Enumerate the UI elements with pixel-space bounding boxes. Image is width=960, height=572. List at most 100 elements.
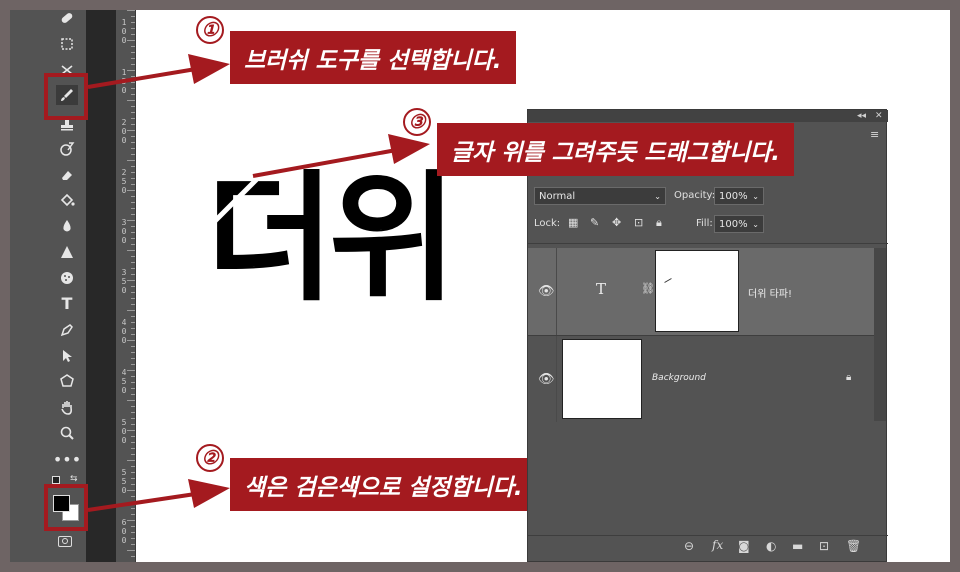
blur-icon[interactable] (56, 216, 78, 236)
ruler-tick (131, 388, 135, 389)
ruler-tick (131, 184, 135, 185)
ruler-tick (131, 556, 135, 557)
new-group-icon[interactable]: ▬ (792, 539, 803, 553)
ruler-tick (131, 472, 135, 473)
lock-image-icon[interactable]: ✎ (590, 216, 599, 229)
ruler-tick (127, 430, 135, 431)
healing-brush-icon[interactable] (56, 10, 78, 28)
ruler-tick (131, 46, 135, 47)
toolbar-edge (86, 10, 116, 562)
swap-colors-icon[interactable]: ⇆ (70, 474, 78, 484)
vertical-ruler[interactable]: 100150200250300350400450500550600 (116, 10, 136, 562)
ruler-tick (131, 436, 135, 437)
link-layers-icon[interactable]: ⊖ (684, 539, 694, 553)
ruler-tick (131, 316, 135, 317)
ruler-tick (131, 178, 135, 179)
ruler-tick (131, 514, 135, 515)
visibility-eye-icon[interactable]: 👁︎ (538, 372, 555, 387)
collapse-panel-icon[interactable]: ◂◂ (857, 110, 866, 122)
opacity-label: Opacity: (674, 190, 716, 201)
close-panel-icon[interactable]: ✕ (875, 110, 883, 122)
background-thumbnail[interactable] (562, 339, 642, 419)
ruler-tick (131, 244, 135, 245)
layer-name-background[interactable]: Background (652, 373, 706, 383)
panel-menu-icon[interactable]: ≡ (870, 129, 879, 140)
ruler-tick (131, 58, 135, 59)
pen-icon[interactable] (56, 320, 78, 340)
ruler-tick (127, 130, 135, 131)
layer-row-background[interactable]: 👁︎ Background 🔒︎ (528, 335, 874, 422)
layer-mask-thumbnail[interactable] (655, 250, 739, 332)
panel-title-bar[interactable]: ◂◂ ✕ (528, 110, 888, 122)
chevron-down-icon: ⌄ (752, 219, 759, 229)
sponge-icon[interactable] (56, 268, 78, 288)
layer-style-icon[interactable]: fx (712, 538, 723, 552)
fill-value: 100% (719, 218, 748, 230)
path-select-icon[interactable] (56, 346, 78, 366)
ruler-tick (131, 394, 135, 395)
color-swatch-highlight (44, 484, 88, 531)
ruler-tick (131, 268, 135, 269)
fill-field[interactable]: 100% ⌄ (714, 215, 764, 233)
hand-icon[interactable] (56, 397, 78, 417)
ruler-tick (127, 460, 135, 461)
ruler-tick (131, 508, 135, 509)
lock-transparent-icon[interactable]: ▦ (568, 216, 578, 229)
ruler-tick (131, 382, 135, 383)
blend-mode-select[interactable]: Normal ⌄ (534, 187, 666, 205)
lock-all-icon[interactable]: 🔒︎ (656, 216, 662, 230)
ruler-tick (127, 280, 135, 281)
default-colors-icon[interactable] (52, 476, 60, 484)
panel-scrollbar[interactable] (874, 248, 886, 421)
screenshot-frame: 100150200250300350400450500550600 T ••• … (10, 10, 950, 562)
ruler-tick (127, 220, 135, 221)
ruler-tick (131, 544, 135, 545)
ruler-tick (131, 466, 135, 467)
delete-layer-icon[interactable]: 🗑︎ (846, 539, 861, 553)
ruler-label: 200 (121, 118, 127, 145)
ruler-tick (131, 202, 135, 203)
new-layer-icon[interactable]: ⊡ (819, 539, 829, 553)
zoom-icon[interactable] (56, 423, 78, 443)
ruler-tick (131, 172, 135, 173)
ruler-tick (131, 16, 135, 17)
ruler-tick (131, 442, 135, 443)
callout-2-text: 색은 검은색으로 설정합니다. (244, 474, 523, 501)
opacity-field[interactable]: 100% ⌄ (714, 187, 764, 205)
callout-1: 브러쉬 도구를 선택합니다. (230, 31, 516, 84)
ruler-tick (131, 118, 135, 119)
sharpen-icon[interactable] (56, 242, 78, 262)
ruler-tick (131, 274, 135, 275)
quick-mask-icon[interactable] (58, 536, 72, 547)
shape-icon[interactable] (56, 371, 78, 391)
ruler-tick (131, 76, 135, 77)
marquee-icon[interactable] (56, 34, 78, 54)
more-icon[interactable]: ••• (53, 450, 81, 470)
lock-position-icon[interactable]: ✥ (612, 216, 621, 229)
ruler-tick (131, 526, 135, 527)
layer-row-text[interactable]: 👁︎ T ⛓︎ 더위 타파! (528, 248, 874, 335)
ruler-tick (131, 502, 135, 503)
lock-artboard-icon[interactable]: ⊡ (634, 216, 643, 229)
ruler-tick (131, 418, 135, 419)
bucket-icon[interactable] (56, 190, 78, 210)
layer-name-text[interactable]: 더위 타파! (748, 285, 792, 300)
type-icon[interactable]: T (56, 294, 78, 314)
layers-panel: ◂◂ ✕ ≡ Normal ⌄ Opacity: 100% ⌄ Lock: ▦ … (527, 109, 888, 562)
ruler-tick (131, 412, 135, 413)
add-mask-icon[interactable]: ◙ (738, 539, 750, 553)
ruler-tick (131, 328, 135, 329)
ruler-label: 600 (121, 518, 127, 545)
ruler-tick (131, 286, 135, 287)
ruler-tick (131, 298, 135, 299)
visibility-eye-icon[interactable]: 👁︎ (538, 284, 555, 299)
adjustment-layer-icon[interactable]: ◐ (766, 539, 776, 553)
mask-link-icon[interactable]: ⛓︎ (641, 282, 655, 295)
panel-divider (528, 243, 888, 244)
eraser-icon[interactable] (56, 165, 78, 185)
callout-2-number: ② (196, 444, 224, 472)
brush-tool-highlight (44, 73, 88, 120)
history-brush-icon[interactable] (56, 139, 78, 159)
ruler-tick (131, 262, 135, 263)
ruler-tick (131, 238, 135, 239)
